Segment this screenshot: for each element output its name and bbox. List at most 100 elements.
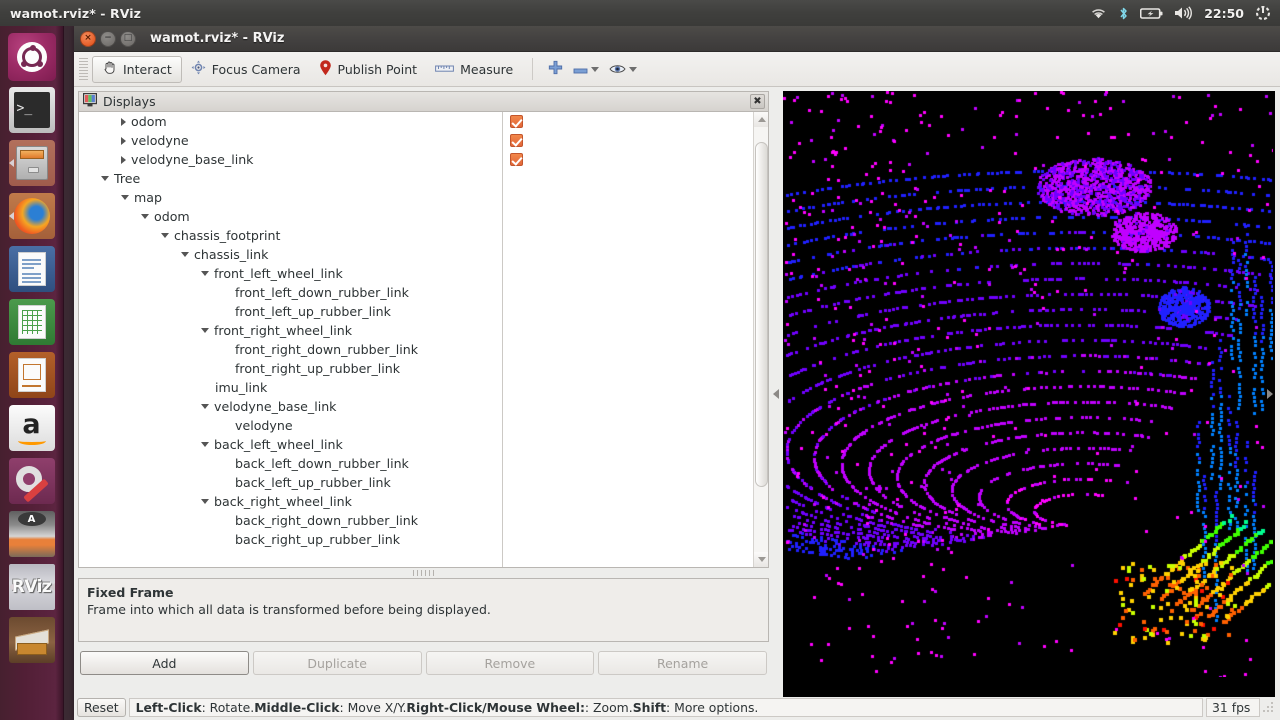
scrollbar-thumb[interactable] — [755, 142, 768, 487]
chevron-down-icon[interactable] — [101, 176, 109, 181]
displays-tree-row[interactable]: back_right_down_rubber_link — [79, 511, 502, 530]
displays-tree-row[interactable]: front_right_up_rubber_link — [79, 359, 502, 378]
displays-tree-row[interactable]: velodyne — [79, 131, 502, 150]
displays-tree-row[interactable]: front_right_wheel_link — [79, 321, 502, 340]
displays-enable-cell — [503, 302, 753, 321]
displays-tree-row[interactable]: velodyne_base_link — [79, 150, 502, 169]
close-displays-panel-button[interactable]: ✖ — [750, 94, 765, 109]
displays-checkbox-column[interactable] — [503, 112, 753, 567]
tool-measure[interactable]: Measure — [426, 56, 522, 83]
launcher-software-updater[interactable]: A — [8, 510, 56, 558]
launcher-terminal[interactable]: >_ — [8, 86, 56, 134]
launcher-amazon[interactable]: a — [8, 404, 56, 452]
chevron-down-icon[interactable] — [201, 442, 209, 447]
displays-enable-cell — [503, 321, 753, 340]
chevron-right-icon[interactable] — [121, 136, 126, 145]
add-tool-button[interactable] — [543, 56, 568, 83]
displays-tree-label: back_right_down_rubber_link — [235, 513, 419, 528]
displays-tree-label: velodyne — [131, 133, 189, 148]
chevron-down-icon[interactable] — [201, 328, 209, 333]
launcher-libreoffice-impress[interactable] — [8, 351, 56, 399]
chevron-down-icon[interactable] — [629, 66, 638, 72]
battery-icon[interactable] — [1140, 3, 1163, 23]
tool-publish-point-label: Publish Point — [337, 61, 418, 77]
displays-tree-row[interactable]: front_left_wheel_link — [79, 264, 502, 283]
displays-vertical-scrollbar[interactable] — [753, 112, 768, 567]
scroll-down-button[interactable] — [754, 552, 768, 567]
remove-tool-button[interactable] — [568, 56, 604, 83]
vertical-splitter[interactable] — [769, 91, 783, 697]
chevron-right-icon[interactable] — [121, 117, 126, 126]
render-view-3d[interactable] — [783, 91, 1275, 697]
launcher-libreoffice-calc[interactable] — [8, 298, 56, 346]
clock[interactable]: 22:50 — [1204, 6, 1244, 21]
displays-tree-row[interactable]: Tree — [79, 169, 502, 188]
displays-tree-row[interactable]: chassis_link — [79, 245, 502, 264]
displays-enable-cell — [503, 188, 753, 207]
displays-tree-row[interactable]: velodyne_base_link — [79, 397, 502, 416]
displays-enable-cell[interactable] — [503, 150, 753, 169]
enable-checkbox[interactable] — [510, 134, 523, 147]
wifi-icon[interactable] — [1090, 3, 1107, 23]
maximize-window-button[interactable]: □ — [120, 30, 136, 47]
chevron-down-icon[interactable] — [181, 252, 189, 257]
launcher-rviz[interactable]: RViz — [8, 563, 56, 611]
maximize-icon: □ — [123, 33, 133, 43]
tool-publish-point[interactable]: Publish Point — [310, 56, 427, 83]
minimize-window-button[interactable]: − — [100, 30, 116, 47]
visibility-button[interactable] — [604, 56, 642, 83]
point-cloud-canvas[interactable] — [783, 91, 1273, 677]
toolbar-drag-handle[interactable] — [79, 58, 88, 80]
close-window-button[interactable]: × — [80, 30, 96, 47]
chevron-down-icon[interactable] — [201, 271, 209, 276]
chevron-down-icon[interactable] — [591, 66, 600, 72]
resize-grip[interactable] — [1263, 698, 1277, 717]
displays-tree-row[interactable]: odom — [79, 112, 502, 131]
displays-enable-cell[interactable] — [503, 131, 753, 150]
bluetooth-icon[interactable] — [1118, 3, 1129, 23]
reset-button[interactable]: Reset — [77, 698, 126, 717]
launcher-firefox[interactable] — [8, 192, 56, 240]
chevron-down-icon[interactable] — [141, 214, 149, 219]
horizontal-splitter[interactable] — [78, 568, 769, 578]
file-manager-icon — [8, 140, 55, 186]
enable-checkbox[interactable] — [510, 153, 523, 166]
displays-enable-cell[interactable] — [503, 112, 753, 131]
launcher-files[interactable] — [8, 139, 56, 187]
displays-tree-row[interactable]: back_right_wheel_link — [79, 492, 502, 511]
displays-tree-row[interactable]: back_left_wheel_link — [79, 435, 502, 454]
launcher-archive[interactable] — [8, 616, 56, 664]
launcher-system-settings[interactable] — [8, 457, 56, 505]
launcher-ubuntu-dash[interactable] — [7, 33, 56, 81]
collapse-right-arrow-icon[interactable] — [1267, 389, 1273, 399]
displays-tree-row[interactable]: front_right_down_rubber_link — [79, 340, 502, 359]
displays-tree-row[interactable]: back_left_down_rubber_link — [79, 454, 502, 473]
tool-focus-camera[interactable]: Focus Camera — [182, 56, 310, 83]
scroll-up-button[interactable] — [754, 112, 768, 127]
enable-checkbox[interactable] — [510, 115, 523, 128]
chevron-right-icon[interactable] — [121, 155, 126, 164]
tool-interact[interactable]: Interact — [92, 55, 182, 83]
displays-tree-row[interactable]: back_right_up_rubber_link — [79, 530, 502, 549]
displays-tree-row[interactable]: front_left_down_rubber_link — [79, 283, 502, 302]
displays-panel-header[interactable]: Displays ✖ — [79, 92, 768, 112]
displays-tree-row[interactable]: map — [79, 188, 502, 207]
minus-icon — [573, 60, 588, 79]
displays-tree-row[interactable]: odom — [79, 207, 502, 226]
chevron-down-icon[interactable] — [201, 404, 209, 409]
displays-tree-row[interactable]: velodyne — [79, 416, 502, 435]
add-button[interactable]: Add — [80, 651, 249, 675]
volume-icon[interactable] — [1174, 3, 1193, 23]
status-hint-part: Left-Click — [135, 700, 202, 715]
system-menu-icon[interactable] — [1255, 3, 1271, 23]
displays-tree-row[interactable]: chassis_footprint — [79, 226, 502, 245]
displays-tree-row[interactable]: back_left_up_rubber_link — [79, 473, 502, 492]
launcher-libreoffice-writer[interactable] — [8, 245, 56, 293]
chevron-down-icon[interactable] — [161, 233, 169, 238]
displays-tree-column[interactable]: odom velodyne velodyne_base_link Tree map odo… — [79, 112, 503, 567]
displays-tree-row[interactable]: imu_link — [79, 378, 502, 397]
chevron-down-icon[interactable] — [201, 499, 209, 504]
chevron-down-icon[interactable] — [121, 195, 129, 200]
window-titlebar[interactable]: × − □ wamot.rviz* - RViz — [74, 26, 1280, 52]
displays-tree-row[interactable]: front_left_up_rubber_link — [79, 302, 502, 321]
